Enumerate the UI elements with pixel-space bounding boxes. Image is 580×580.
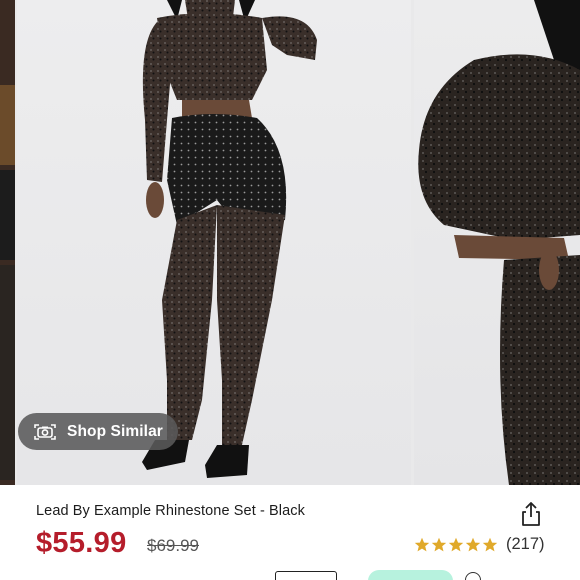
payment-provider-pill[interactable] — [368, 570, 453, 580]
shop-similar-button[interactable]: Shop Similar — [18, 413, 178, 450]
original-price: $69.99 — [147, 536, 199, 555]
star-icon — [431, 537, 447, 551]
info-icon[interactable] — [465, 572, 481, 580]
product-title: Lead By Example Rhinestone Set - Black — [36, 503, 305, 519]
product-image-carousel[interactable]: Shop Similar — [0, 0, 580, 485]
rating-summary[interactable]: (217) — [414, 535, 545, 554]
star-icon — [465, 537, 481, 551]
afterpay-logo[interactable] — [275, 571, 337, 580]
payment-options-row — [0, 570, 580, 580]
share-icon[interactable] — [518, 500, 544, 528]
camera-scan-icon — [33, 422, 57, 442]
image-fragment — [0, 85, 15, 165]
image-fragment — [0, 170, 15, 260]
rating-count: (217) — [506, 535, 545, 553]
star-icon — [482, 537, 498, 551]
star-icon — [448, 537, 464, 551]
star-rating — [414, 537, 499, 553]
shop-similar-label: Shop Similar — [67, 422, 163, 440]
star-icon — [414, 537, 430, 551]
model-closeup-illustration — [418, 0, 580, 485]
previous-image-slide[interactable] — [0, 0, 15, 485]
image-fragment — [0, 265, 15, 480]
current-price: $55.99 — [36, 527, 127, 559]
next-image-slide[interactable] — [414, 0, 580, 485]
